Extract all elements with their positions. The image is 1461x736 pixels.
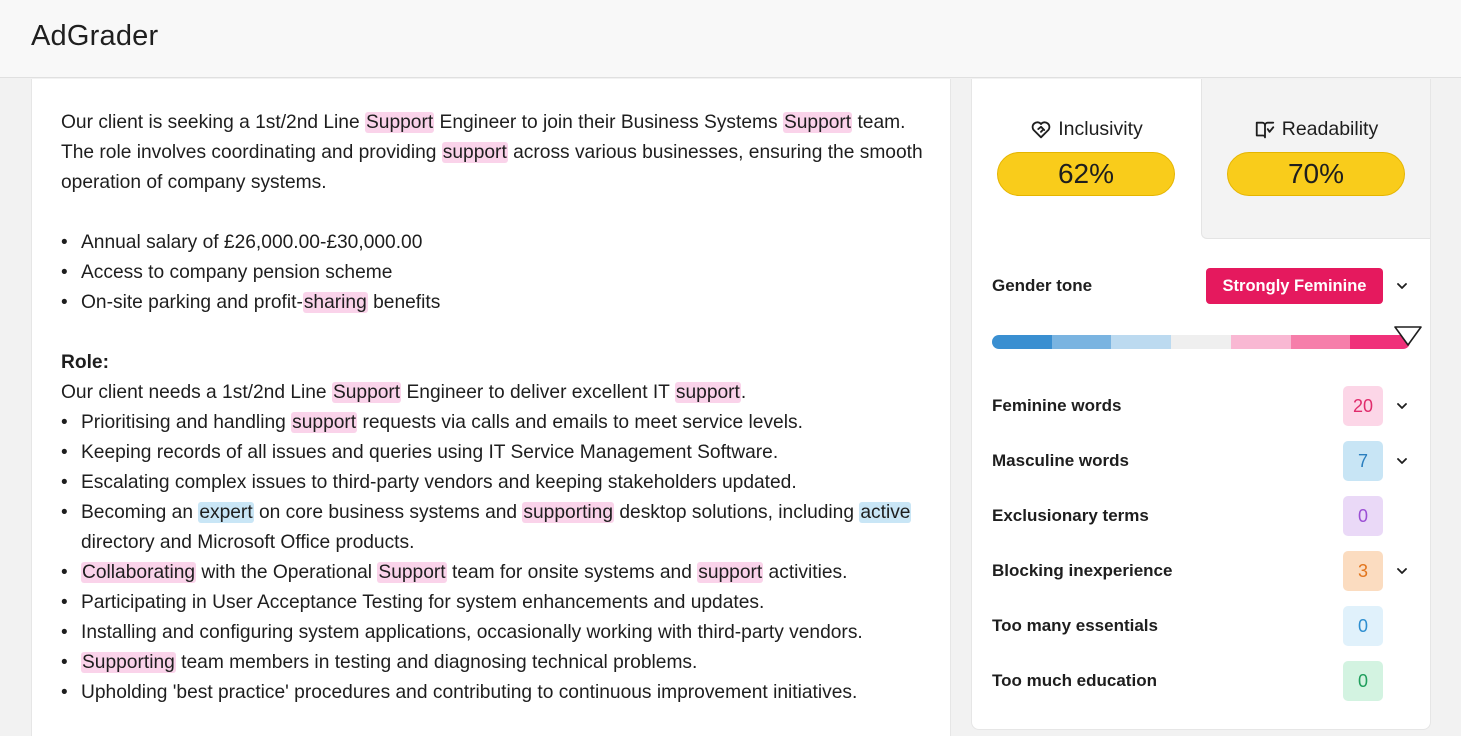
feminine-word-highlight[interactable]: Support <box>782 112 853 133</box>
list-item: Prioritising and handling support reques… <box>61 408 941 438</box>
list-item: Access to company pension scheme <box>61 258 941 288</box>
chevron-down-icon[interactable] <box>1395 454 1409 468</box>
list-item: On-site parking and profit-sharing benef… <box>61 288 941 318</box>
metric-row[interactable]: Blocking inexperience 3 <box>992 551 1412 591</box>
tone-marker-icon <box>1394 326 1422 346</box>
list-item: Installing and configuring system applic… <box>61 618 941 648</box>
readability-score: 70% <box>1227 152 1405 196</box>
score-tabs: Inclusivity 62% Readability 70% <box>972 79 1430 239</box>
feminine-word-highlight[interactable]: support <box>674 382 741 403</box>
feminine-word-highlight[interactable]: sharing <box>302 292 368 313</box>
open-book-icon <box>1255 121 1274 138</box>
benefits-list: Annual salary of £26,000.00-£30,000.00 A… <box>61 228 941 318</box>
inclusivity-label: Inclusivity <box>1058 118 1143 140</box>
job-ad-text[interactable]: Our client is seeking a 1st/2nd Line Sup… <box>61 108 941 708</box>
job-ad-document: Our client is seeking a 1st/2nd Line Sup… <box>31 79 951 736</box>
role-heading: Role: <box>61 352 109 373</box>
inclusivity-score: 62% <box>997 152 1175 196</box>
gender-tone-row: Gender tone Strongly Feminine <box>992 268 1412 304</box>
feminine-word-highlight[interactable]: Support <box>364 112 435 133</box>
masculine-word-highlight[interactable]: active <box>859 502 912 523</box>
chevron-down-icon[interactable] <box>1395 564 1409 578</box>
metric-row: Too much education 0 <box>992 661 1412 701</box>
list-item: Upholding 'best practice' procedures and… <box>61 678 941 708</box>
feminine-word-highlight[interactable]: Supporting <box>81 652 176 673</box>
chevron-down-icon[interactable] <box>1395 279 1409 293</box>
metric-row[interactable]: Masculine words 7 <box>992 441 1412 481</box>
list-item: Participating in User Acceptance Testing… <box>61 588 941 618</box>
metric-label: Feminine words <box>992 396 1122 415</box>
metric-count-badge: 0 <box>1343 496 1383 536</box>
metric-row: Too many essentials 0 <box>992 606 1412 646</box>
tone-scale-segment <box>1111 335 1172 349</box>
metric-count-badge: 20 <box>1343 386 1383 426</box>
masculine-word-highlight[interactable]: expert <box>198 502 254 523</box>
feminine-word-highlight[interactable]: Support <box>377 562 447 583</box>
metric-row[interactable]: Feminine words 20 <box>992 386 1412 426</box>
metric-label: Masculine words <box>992 451 1129 470</box>
list-item: Escalating complex issues to third-party… <box>61 468 941 498</box>
app-title: AdGrader <box>31 20 159 52</box>
tab-readability[interactable]: Readability 70% <box>1201 79 1430 239</box>
role-intro: Our client needs a 1st/2nd Line Support … <box>61 382 747 403</box>
feminine-word-highlight[interactable]: Collaborating <box>81 562 197 583</box>
metric-count-badge: 0 <box>1343 661 1383 701</box>
role-list: Prioritising and handling support reques… <box>61 408 941 708</box>
intro-paragraph: Our client is seeking a 1st/2nd Line Sup… <box>61 112 923 193</box>
tone-scale-segment <box>992 335 1052 349</box>
heart-handshake-icon <box>1031 120 1051 138</box>
feminine-word-highlight[interactable]: Support <box>331 382 402 403</box>
metric-label: Blocking inexperience <box>992 561 1173 580</box>
feminine-word-highlight[interactable]: support <box>291 412 358 433</box>
list-item: Annual salary of £26,000.00-£30,000.00 <box>61 228 941 258</box>
gender-tone-label: Gender tone <box>992 276 1093 295</box>
metric-label: Too many essentials <box>992 616 1158 635</box>
feminine-word-highlight[interactable]: supporting <box>522 502 615 523</box>
list-item: Collaborating with the Operational Suppo… <box>61 558 941 588</box>
metric-count-badge: 0 <box>1343 606 1383 646</box>
tab-inclusivity[interactable]: Inclusivity 62% <box>972 79 1201 239</box>
top-bar: AdGrader <box>0 0 1461 78</box>
tone-scale-segment <box>1230 335 1291 349</box>
metric-row: Exclusionary terms 0 <box>992 496 1412 536</box>
tone-scale-segment <box>1171 335 1231 349</box>
metric-count-badge: 3 <box>1343 551 1383 591</box>
metric-label: Too much education <box>992 671 1157 690</box>
metric-label: Exclusionary terms <box>992 506 1149 525</box>
chevron-down-icon[interactable] <box>1395 399 1409 413</box>
metric-count-badge: 7 <box>1343 441 1383 481</box>
tone-scale-segment <box>1290 335 1351 349</box>
list-item: Supporting team members in testing and d… <box>61 648 941 678</box>
readability-label: Readability <box>1281 118 1379 140</box>
analysis-panel: Inclusivity 62% Readability 70% Gender t… <box>971 79 1431 730</box>
list-item: Becoming an expert on core business syst… <box>61 498 941 558</box>
feminine-word-highlight[interactable]: support <box>697 562 764 583</box>
gender-tone-badge[interactable]: Strongly Feminine <box>1206 268 1383 304</box>
feminine-word-highlight[interactable]: support <box>441 142 508 163</box>
gender-tone-scale <box>992 335 1410 349</box>
tone-scale-segment <box>1051 335 1112 349</box>
list-item: Keeping records of all issues and querie… <box>61 438 941 468</box>
